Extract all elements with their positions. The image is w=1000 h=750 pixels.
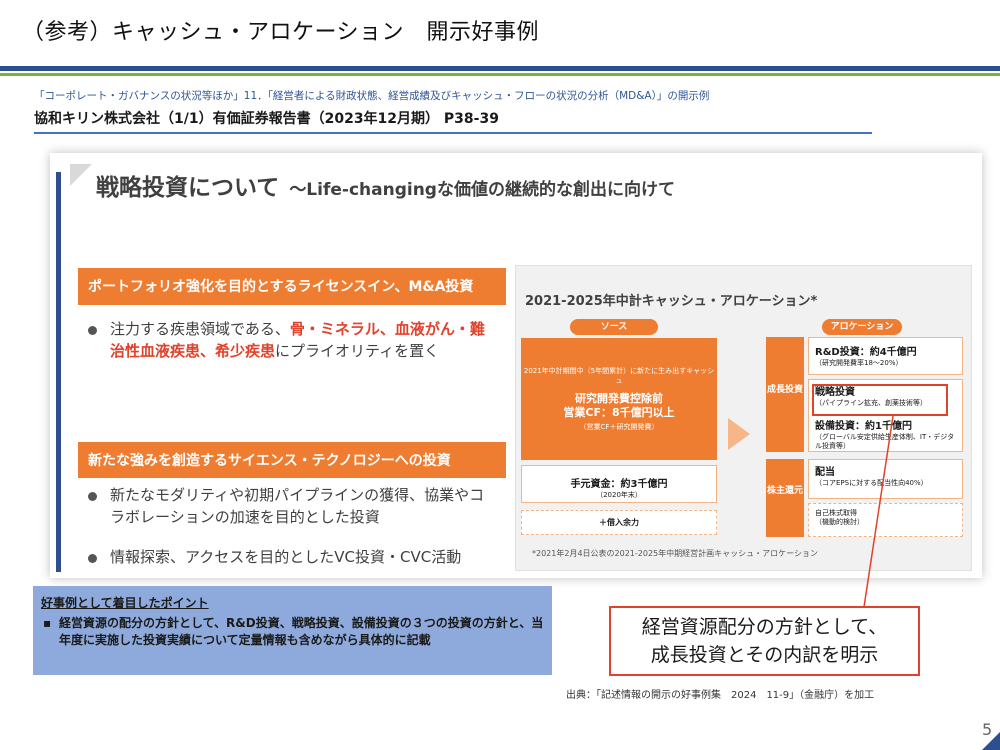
section2-bullet-2: 情報探索、アクセスを目的としたVC投資・CVC活動 (88, 546, 498, 568)
cash-sub: （2020年末） (596, 491, 642, 499)
source-label: ソース (570, 319, 658, 335)
section2-rule (78, 476, 506, 478)
borrowing-capacity-box: ＋借入余力 (521, 510, 717, 535)
strategic-highlight-frame (812, 384, 948, 416)
allocation-footnote: *2021年2月4日公表の2021-2025年中期経営計画キャッシュ・アロケーシ… (532, 549, 818, 558)
section2-heading: 新たな強みを創造するサイエンス・テクノロジーへの投資 (78, 442, 506, 476)
dividend-box: 配当 （コアEPSに対する配当性向40%） (808, 459, 963, 499)
dividend-sub: （コアEPSに対する配当性向40%） (815, 479, 928, 487)
rd-sub: （研究開発費率18～20%） (815, 359, 903, 367)
section1-bullet: 注力する疾患領域である、骨・ミネラル、血液がん・難治性血液疾患、希少疾患にプライ… (88, 318, 498, 362)
corner-triangle (982, 732, 1000, 750)
header-rule-green (0, 73, 1000, 76)
source-big-line2: 営業CF：8千億円以上 (563, 406, 675, 419)
source-big-line1: 研究開発費控除前 (575, 392, 663, 405)
cash-on-hand-box: 手元資金：約3千億円 （2020年末） (521, 465, 717, 503)
square-bullet-icon: ▪ (43, 616, 52, 630)
bullet-dot (88, 492, 97, 501)
section1-rule (78, 302, 506, 305)
arrow-right-icon (728, 418, 750, 450)
bullet-dot (88, 326, 97, 335)
heading-underline (34, 132, 872, 134)
document-heading: 協和キリン株式会社（1/1）有価証券報告書（2023年12月期） P38-39 (34, 111, 499, 127)
source-credit: 出典：「記述情報の開示の好事例集 2024 11-9」（金融庁）を加工 (566, 690, 875, 701)
excerpt-corner-mark (70, 164, 92, 186)
source-note: （営業CF＋研究開発費） (579, 423, 659, 431)
source-small-text: 2021年中計期間中（5年間累計）に新たに生み出すキャッシュ (523, 367, 715, 385)
allocation-label: アロケーション (822, 319, 902, 335)
callout-line-1: 経営資源配分の方針として、 (641, 616, 888, 638)
excerpt-side-bar (56, 172, 61, 572)
source-cash-box: 2021年中計期間中（5年間累計）に新たに生み出すキャッシュ 研究開発費控除前営… (521, 338, 717, 460)
header-rule-blue (0, 66, 1000, 71)
excerpt-title: 戦略投資について ～Life-changingな価値の継続的な創出に向けて (96, 168, 675, 202)
rd-title: R&D投資：約4千億円 (815, 347, 917, 358)
bullet-text-pre: 注力する疾患領域である、 (110, 320, 290, 338)
bullet-dot (88, 554, 97, 563)
capex-sub: （グローバル安定供給生産体制、IT・デジタル投資等） (815, 433, 955, 450)
allocation-title: 2021-2025年中計キャッシュ・アロケーション* (525, 294, 818, 309)
slide-title: （参考）キャッシュ・アロケーション 開示好事例 (22, 20, 540, 45)
dividend-title: 配当 (815, 467, 835, 478)
rd-investment-box: R&D投資：約4千億円 （研究開発費率18～20%） (808, 337, 963, 375)
buyback-box: 自己株式取得 （機動的検討） (808, 503, 963, 537)
excerpt-subtitle: ～Life-changingな価値の継続的な創出に向けて (289, 180, 675, 200)
bullet-text-post: にプライオリティを置く (275, 342, 440, 360)
shareholder-return-label: 株主還元 (766, 459, 804, 537)
citation-line: 「コーポレート・ガバナンスの状況等ほか」11．「経営者による財政状態、経営成績及… (34, 90, 710, 102)
callout-line-2: 成長投資とその内訳を明示 (650, 644, 879, 666)
callout-box: 経営資源配分の方針として、 成長投資とその内訳を明示 (609, 606, 920, 676)
excerpt-title-main: 戦略投資について (96, 175, 280, 201)
growth-investment-label: 成長投資 (766, 337, 804, 452)
key-point-text: 経営資源の配分の方針として、R&D投資、戦略投資、設備投資の３つの投資の方針と、… (59, 616, 544, 647)
key-point-title: 好事例として着目したポイント (41, 596, 209, 610)
cash-title: 手元資金：約3千億円 (570, 479, 668, 490)
key-point-box: 好事例として着目したポイント ▪ 経営資源の配分の方針として、R&D投資、戦略投… (33, 586, 552, 675)
bullet-text: 情報探索、アクセスを目的としたVC投資・CVC活動 (110, 548, 462, 566)
buyback-sub: （機動的検討） (815, 518, 864, 526)
section1-heading: ポートフォリオ強化を目的とするライセンスイン、M&A投資 (78, 268, 506, 302)
capex-title: 設備投資：約1千億円 (815, 421, 912, 432)
bullet-text: 新たなモダリティや初期パイプラインの獲得、協業やコラボレーションの加速を目的とし… (110, 486, 485, 526)
buyback-title: 自己株式取得 (815, 509, 857, 517)
source-big-text: 研究開発費控除前 営業CF：8千億円以上 (521, 392, 717, 420)
key-point-item: ▪ 経営資源の配分の方針として、R&D投資、戦略投資、設備投資の３つの投資の方針… (41, 615, 544, 649)
section2-bullet-1: 新たなモダリティや初期パイプラインの獲得、協業やコラボレーションの加速を目的とし… (88, 484, 498, 528)
